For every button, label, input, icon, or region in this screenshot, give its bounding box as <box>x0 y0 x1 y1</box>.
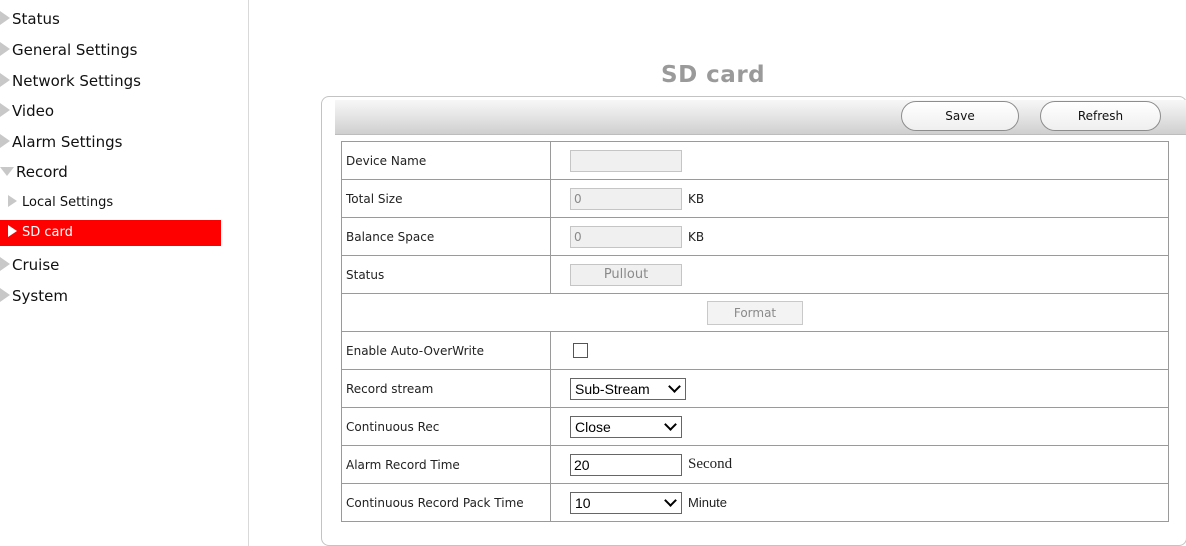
table-row: Continuous Rec Close <box>341 407 1169 446</box>
triangle-right-icon <box>0 72 10 87</box>
sd-card-settings-table: Device Name Total Size 0 KB Balance Space… <box>341 141 1169 522</box>
table-row: Status Pullout <box>341 255 1169 294</box>
table-row: Continuous Record Pack Time 10 Minute <box>341 483 1169 522</box>
triangle-right-icon <box>0 10 10 25</box>
sidebar-item-label: Status <box>12 10 60 28</box>
device-name-label: Device Name <box>341 141 551 180</box>
sidebar-item-label: Video <box>12 102 55 120</box>
sidebar-item-sd-card[interactable]: SD card <box>0 220 221 246</box>
triangle-right-icon <box>8 194 17 207</box>
triangle-right-icon <box>0 41 10 56</box>
sidebar-item-alarm-settings[interactable]: Alarm Settings <box>0 129 122 155</box>
alarm-record-time-unit: Second <box>688 456 733 472</box>
sidebar-item-label: Local Settings <box>22 195 114 210</box>
page-title: SD card <box>661 62 766 88</box>
status-label: Status <box>341 255 551 294</box>
record-stream-label: Record stream <box>341 369 551 408</box>
sidebar-item-system[interactable]: System <box>0 283 68 309</box>
sidebar-item-cruise[interactable]: Cruise <box>0 252 59 278</box>
triangle-down-icon <box>0 167 14 176</box>
device-name-field <box>570 149 682 172</box>
sidebar-item-label: Cruise <box>12 256 60 274</box>
continuous-rec-value: Close <box>575 418 611 435</box>
pack-time-label: Continuous Record Pack Time <box>341 483 551 522</box>
sidebar-item-status[interactable]: Status <box>0 6 60 32</box>
sidebar-item-label: General Settings <box>12 41 138 59</box>
sidebar-item-label: Record <box>16 163 68 181</box>
save-button[interactable]: Save <box>901 101 1019 131</box>
sidebar: Status General Settings Network Settings… <box>0 0 249 546</box>
pack-time-unit: Minute <box>688 495 728 510</box>
sidebar-item-video[interactable]: Video <box>0 98 54 124</box>
triangle-right-icon <box>0 102 10 117</box>
alarm-record-time-input[interactable]: 20 <box>570 453 682 476</box>
table-row: Alarm Record Time 20 Second <box>341 445 1169 484</box>
total-size-label: Total Size <box>341 179 551 218</box>
table-row: Enable Auto-OverWrite <box>341 331 1169 370</box>
chevron-down-icon <box>664 494 677 507</box>
total-size-unit: KB <box>688 191 705 206</box>
table-row: Total Size 0 KB <box>341 179 1169 218</box>
chevron-down-icon <box>668 380 681 393</box>
table-row: Format <box>341 293 1169 332</box>
balance-space-label: Balance Space <box>341 217 551 256</box>
table-row: Balance Space 0 KB <box>341 217 1169 256</box>
alarm-record-time-label: Alarm Record Time <box>341 445 551 484</box>
record-stream-value: Sub-Stream <box>575 380 650 397</box>
sidebar-item-record[interactable]: Record <box>0 159 68 185</box>
continuous-rec-select[interactable]: Close <box>570 415 682 438</box>
format-button[interactable]: Format <box>707 300 803 325</box>
sidebar-item-label: System <box>12 287 68 305</box>
triangle-right-icon <box>0 287 10 302</box>
record-stream-select[interactable]: Sub-Stream <box>570 377 686 400</box>
page: Status General Settings Network Settings… <box>0 0 1186 546</box>
pack-time-select[interactable]: 10 <box>570 491 682 514</box>
triangle-right-icon <box>0 133 10 148</box>
sidebar-item-label: SD card <box>22 225 73 240</box>
table-row: Record stream Sub-Stream <box>341 369 1169 408</box>
continuous-rec-label: Continuous Rec <box>341 407 551 446</box>
balance-space-unit: KB <box>688 229 705 244</box>
auto-overwrite-checkbox[interactable] <box>573 343 588 358</box>
table-row: Device Name <box>341 141 1169 180</box>
chevron-down-icon <box>664 418 677 431</box>
status-field: Pullout <box>570 263 682 286</box>
pack-time-value: 10 <box>575 494 591 511</box>
auto-overwrite-label: Enable Auto-OverWrite <box>341 331 551 370</box>
balance-space-field: 0 <box>570 225 682 248</box>
triangle-right-icon <box>8 224 17 237</box>
sidebar-item-label: Network Settings <box>12 72 141 90</box>
sidebar-item-label: Alarm Settings <box>12 133 123 151</box>
sidebar-item-general-settings[interactable]: General Settings <box>0 37 137 63</box>
refresh-button[interactable]: Refresh <box>1040 101 1161 131</box>
sidebar-item-local-settings[interactable]: Local Settings <box>0 190 113 216</box>
sidebar-item-network-settings[interactable]: Network Settings <box>0 68 141 94</box>
total-size-field: 0 <box>570 187 682 210</box>
triangle-right-icon <box>0 256 10 271</box>
